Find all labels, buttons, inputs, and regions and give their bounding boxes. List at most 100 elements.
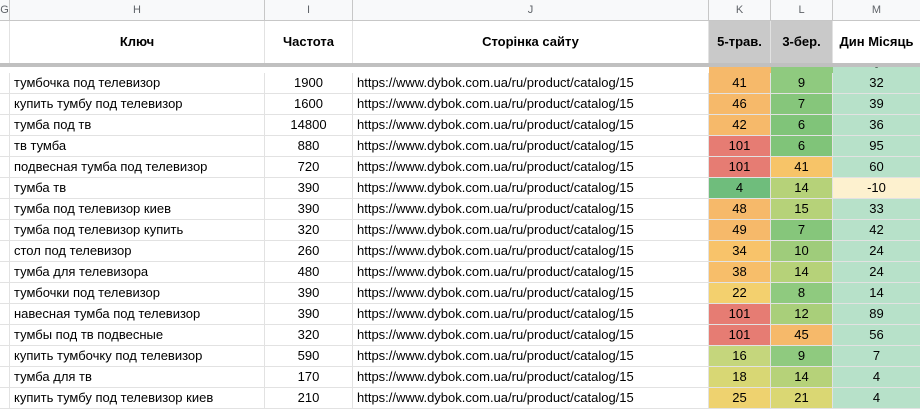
column-header-m[interactable]: M (833, 0, 920, 20)
cell-monthly-dynamics[interactable]: 95 (833, 136, 920, 156)
cell-frequency[interactable]: 260 (265, 241, 353, 261)
cell-site-page[interactable]: https://www.dybok.com.ua/ru/product/cata… (353, 136, 709, 156)
cell-site-page[interactable]: https://www.dybok.com.ua/ru/product/cata… (353, 262, 709, 282)
cell-monthly-dynamics[interactable]: 4 (833, 367, 920, 387)
column-header-h[interactable]: H (10, 0, 265, 20)
cell-g[interactable] (0, 325, 10, 345)
cell-monthly-dynamics[interactable]: 60 (833, 157, 920, 177)
cell-position-l[interactable]: 7 (771, 220, 833, 240)
cell-frequency[interactable]: 390 (265, 199, 353, 219)
header-cell-g[interactable] (0, 21, 10, 63)
cell-position-l[interactable]: 12 (771, 304, 833, 324)
cell-position-k[interactable]: 101 (709, 304, 771, 324)
cell-position-k[interactable]: 46 (709, 94, 771, 114)
cell-key[interactable]: тумба для телевизора (10, 262, 265, 282)
cell-monthly-dynamics[interactable]: 33 (833, 199, 920, 219)
cell-position-k[interactable]: 49 (709, 220, 771, 240)
cell-frequency[interactable]: 320 (265, 220, 353, 240)
cell-position-l[interactable]: 14 (771, 262, 833, 282)
cell-position-k[interactable]: 34 (709, 241, 771, 261)
cell-position-k[interactable]: 22 (709, 283, 771, 303)
header-date-k[interactable]: 5-трав. (709, 21, 771, 63)
cell-site-page[interactable]: https://www.dybok.com.ua/ru/product/cata… (353, 283, 709, 303)
column-header-j[interactable]: J (353, 0, 709, 20)
cell-position-l[interactable]: 14 (771, 178, 833, 198)
cell-monthly-dynamics[interactable]: 39 (833, 94, 920, 114)
cell-key[interactable]: тумбочка под телевизор (10, 73, 265, 93)
cell-position-l[interactable]: 7 (771, 94, 833, 114)
column-header-i[interactable]: I (265, 0, 353, 20)
cell-frequency[interactable]: 390 (265, 283, 353, 303)
cell-position-l[interactable]: 15 (771, 199, 833, 219)
cell-frequency[interactable]: 14800 (265, 115, 353, 135)
cell-site-page[interactable]: https://www.dybok.com.ua/ru/product/cata… (353, 304, 709, 324)
cell-key[interactable]: купить тумбочку под телевизор (10, 346, 265, 366)
cell-g[interactable] (0, 73, 10, 93)
cell-g[interactable] (0, 136, 10, 156)
cell-frequency[interactable]: 170 (265, 367, 353, 387)
cell-position-k[interactable]: 101 (709, 157, 771, 177)
cell-monthly-dynamics[interactable]: 89 (833, 304, 920, 324)
cell-frequency[interactable]: 590 (265, 346, 353, 366)
cell-position-k[interactable]: 42 (709, 115, 771, 135)
cell-site-page[interactable]: https://www.dybok.com.ua/ru/product/cata… (353, 178, 709, 198)
cell-l-partial[interactable] (771, 67, 833, 73)
cell-position-k[interactable]: 38 (709, 262, 771, 282)
cell-m-partial[interactable]: - (833, 67, 920, 73)
cell-key[interactable]: тумбочки под телевизор (10, 283, 265, 303)
cell-g[interactable] (0, 115, 10, 135)
cell-site-page[interactable]: https://www.dybok.com.ua/ru/product/cata… (353, 367, 709, 387)
cell-monthly-dynamics[interactable]: 24 (833, 241, 920, 261)
cell-position-l[interactable]: 14 (771, 367, 833, 387)
cell-frequency[interactable]: 720 (265, 157, 353, 177)
header-monthly-dynamics[interactable]: Дин Місяць (833, 21, 920, 63)
cell-frequency[interactable]: 1900 (265, 73, 353, 93)
column-header-k[interactable]: K (709, 0, 771, 20)
cell-site-page[interactable]: https://www.dybok.com.ua/ru/product/cata… (353, 220, 709, 240)
cell-position-k[interactable]: 18 (709, 367, 771, 387)
cell-monthly-dynamics[interactable]: 36 (833, 115, 920, 135)
cell-g[interactable] (0, 220, 10, 240)
cell-key[interactable]: купить тумбу под телевизор киев (10, 388, 265, 408)
cell-g[interactable] (0, 262, 10, 282)
header-frequency[interactable]: Частота (265, 21, 353, 63)
column-header-l[interactable]: L (771, 0, 833, 20)
cell-g[interactable] (0, 157, 10, 177)
cell-position-k[interactable]: 41 (709, 73, 771, 93)
cell-key[interactable]: тумба для тв (10, 367, 265, 387)
cell-position-k[interactable]: 101 (709, 136, 771, 156)
cell-key[interactable]: тв тумба (10, 136, 265, 156)
cell-position-k[interactable]: 25 (709, 388, 771, 408)
cell-position-l[interactable]: 9 (771, 73, 833, 93)
cell-frequency[interactable]: 320 (265, 325, 353, 345)
cell-k-partial[interactable] (709, 67, 771, 73)
cell-key[interactable]: стол под телевизор (10, 241, 265, 261)
cell-g[interactable] (0, 241, 10, 261)
cell-monthly-dynamics[interactable]: 4 (833, 388, 920, 408)
cell-monthly-dynamics[interactable]: 56 (833, 325, 920, 345)
cell-monthly-dynamics[interactable]: 14 (833, 283, 920, 303)
cell-key[interactable]: тумба тв (10, 178, 265, 198)
cell-g[interactable] (0, 178, 10, 198)
cell-site-page[interactable]: https://www.dybok.com.ua/ru/product/cata… (353, 94, 709, 114)
cell-g[interactable] (0, 367, 10, 387)
header-date-l[interactable]: 3-бер. (771, 21, 833, 63)
cell-site-page[interactable]: https://www.dybok.com.ua/ru/product/cata… (353, 199, 709, 219)
cell-g[interactable] (0, 304, 10, 324)
cell-frequency[interactable]: 1600 (265, 94, 353, 114)
cell-monthly-dynamics[interactable]: 7 (833, 346, 920, 366)
cell-key[interactable]: тумба под телевизор купить (10, 220, 265, 240)
cell-key[interactable]: тумба под телевизор киев (10, 199, 265, 219)
cell-position-k[interactable]: 16 (709, 346, 771, 366)
cell-site-page[interactable]: https://www.dybok.com.ua/ru/product/cata… (353, 115, 709, 135)
cell-frequency[interactable]: 210 (265, 388, 353, 408)
cell-position-l[interactable]: 45 (771, 325, 833, 345)
cell-site-page[interactable]: https://www.dybok.com.ua/ru/product/cata… (353, 346, 709, 366)
cell-g[interactable] (0, 346, 10, 366)
cell-g[interactable] (0, 94, 10, 114)
cell-position-l[interactable]: 21 (771, 388, 833, 408)
cell-key[interactable]: купить тумбу под телевизор (10, 94, 265, 114)
cell-frequency[interactable]: 390 (265, 178, 353, 198)
cell-key[interactable]: навесная тумба под телевизор (10, 304, 265, 324)
cell-site-page[interactable]: https://www.dybok.com.ua/ru/product/cata… (353, 241, 709, 261)
